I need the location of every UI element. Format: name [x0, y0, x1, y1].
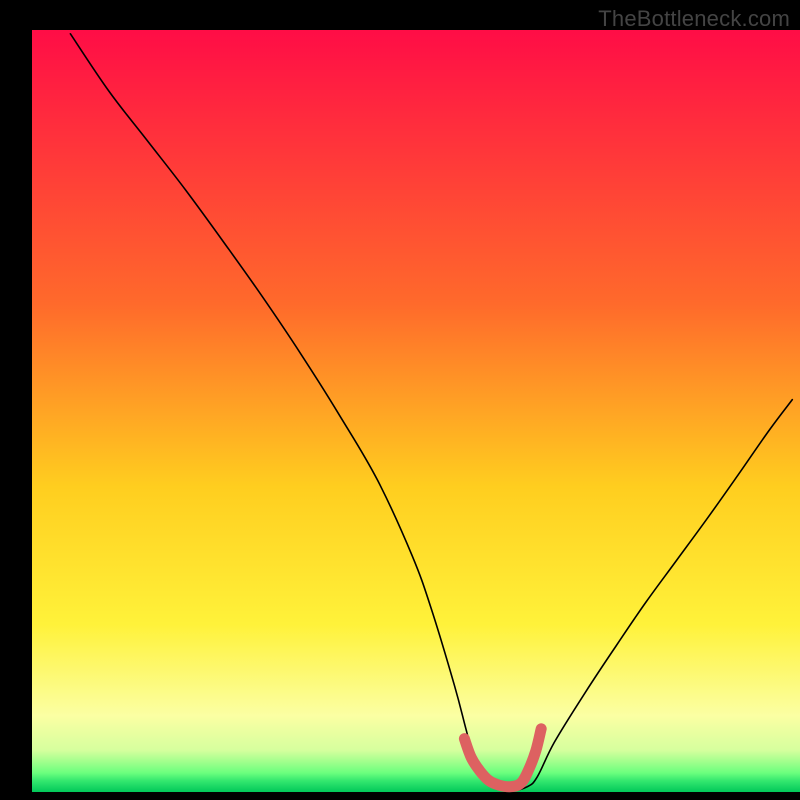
watermark-text: TheBottleneck.com [598, 6, 790, 32]
gradient-plot-area [32, 30, 800, 792]
chart-frame: TheBottleneck.com [0, 0, 800, 800]
bottleneck-curve-chart [0, 0, 800, 800]
